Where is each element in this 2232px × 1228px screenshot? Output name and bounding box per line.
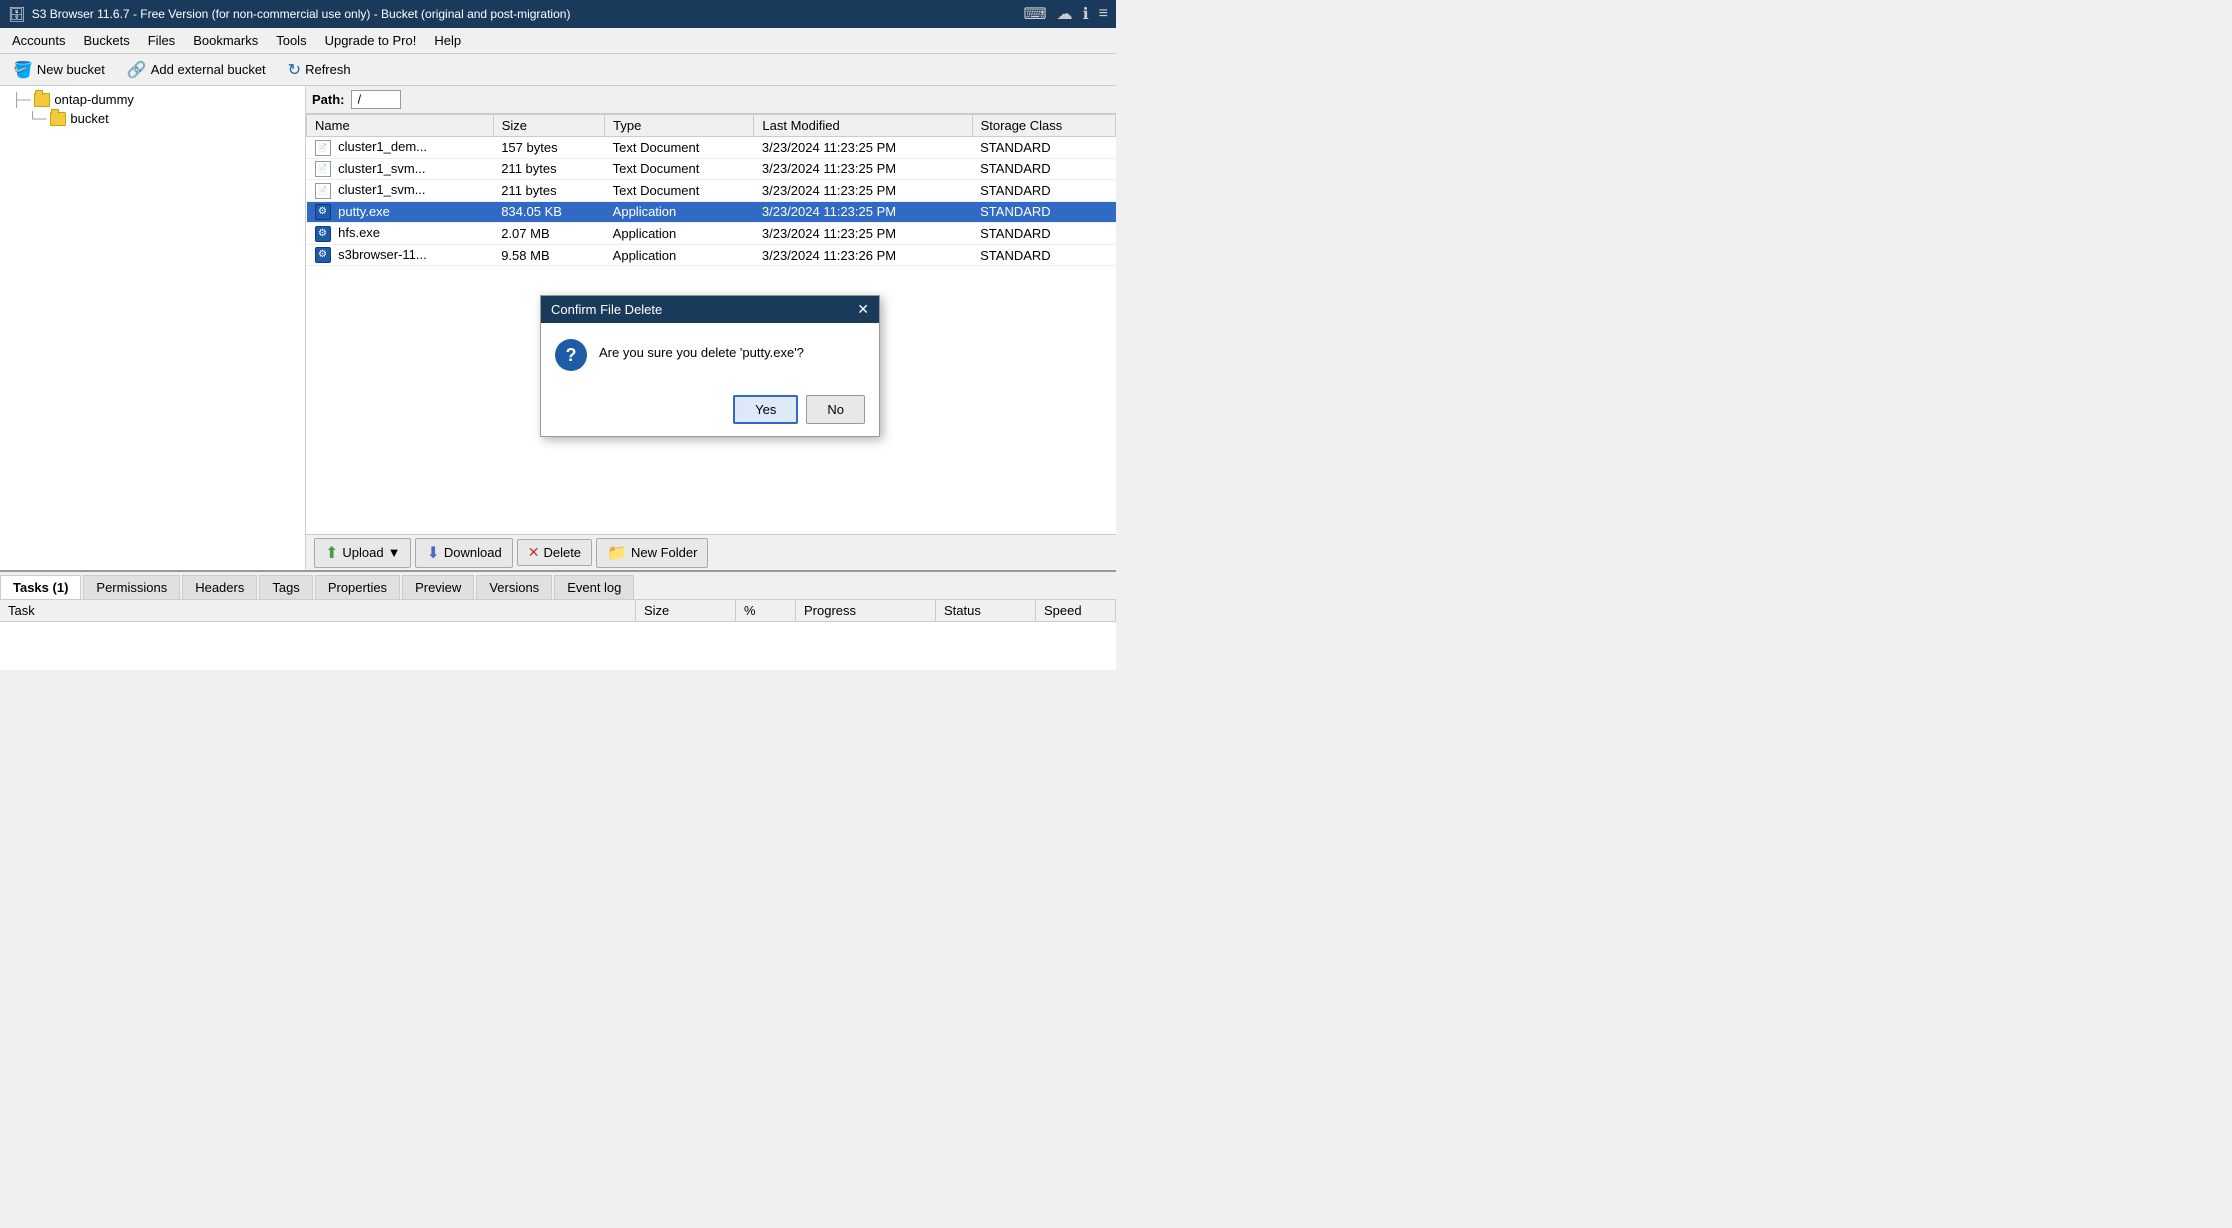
question-icon: ? [555, 339, 587, 371]
dialog-title: Confirm File Delete [551, 302, 662, 317]
dialog-yes-button[interactable]: Yes [733, 395, 798, 424]
dialog-overlay: Confirm File Delete ✕ ? Are you sure you… [0, 0, 1116, 614]
confirm-delete-dialog: Confirm File Delete ✕ ? Are you sure you… [540, 295, 880, 437]
dialog-buttons: Yes No [541, 387, 879, 436]
dialog-message: Are you sure you delete 'putty.exe'? [599, 339, 804, 360]
dialog-title-bar: Confirm File Delete ✕ [541, 296, 879, 323]
dialog-close-button[interactable]: ✕ [857, 301, 869, 318]
dialog-no-button[interactable]: No [806, 395, 865, 424]
dialog-body: ? Are you sure you delete 'putty.exe'? [541, 323, 879, 387]
